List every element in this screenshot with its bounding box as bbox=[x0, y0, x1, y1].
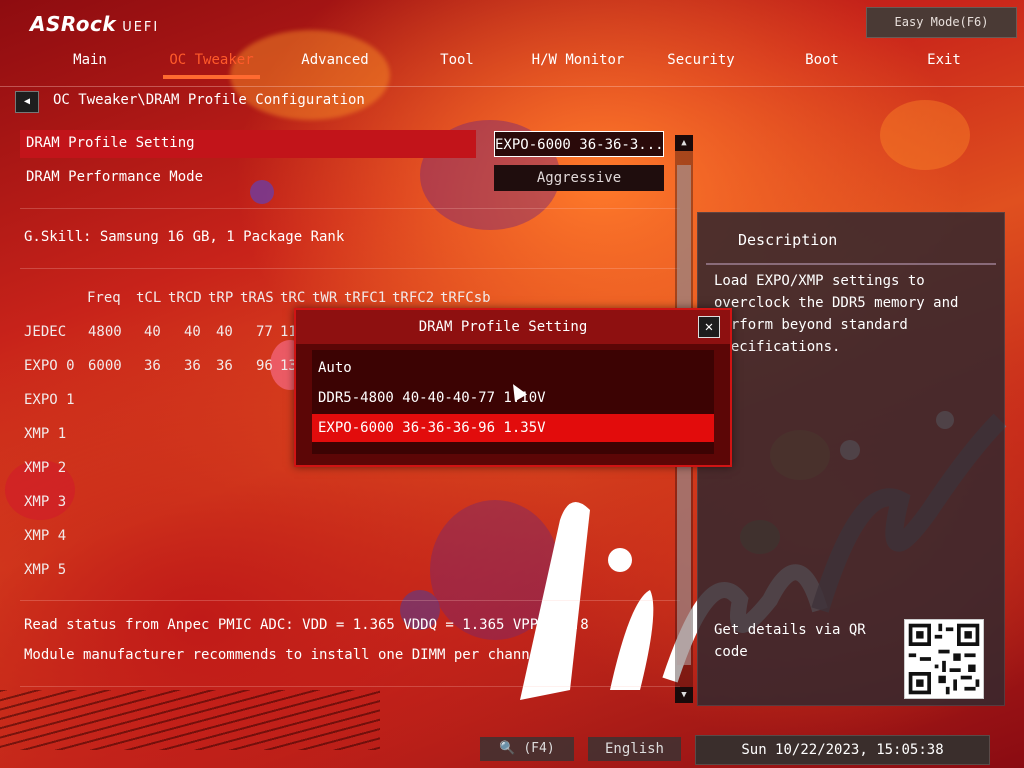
decorative-stripes bbox=[0, 690, 380, 750]
paint-splash bbox=[880, 100, 970, 170]
top-nav: Main OC Tweaker Advanced Tool H/W Monito… bbox=[0, 50, 1024, 80]
pmic-status-line: Read status from Anpec PMIC ADC: VDD = 1… bbox=[24, 617, 589, 633]
asrock-logo: ASRock UEFI bbox=[30, 12, 159, 36]
dram-profile-label: DRAM Profile Setting bbox=[26, 135, 195, 151]
tab-boot[interactable]: Boot bbox=[795, 52, 849, 68]
col-header: tRP bbox=[208, 290, 234, 306]
dram-performance-value[interactable]: Aggressive bbox=[494, 165, 664, 191]
timing-cell: 40 bbox=[216, 324, 233, 340]
divider bbox=[20, 686, 680, 687]
dram-profile-value[interactable]: EXPO-6000 36-36-3... bbox=[494, 131, 664, 157]
dram-performance-label: DRAM Performance Mode bbox=[26, 169, 204, 185]
search-button[interactable]: 🔍 (F4) bbox=[480, 737, 574, 761]
qr-code-graphic bbox=[905, 620, 983, 698]
timing-cell: 36 bbox=[184, 358, 201, 374]
description-text: Load EXPO/XMP settings to overclock the … bbox=[714, 273, 959, 355]
nav-divider bbox=[0, 86, 1024, 87]
scroll-down-arrow-icon[interactable]: ▼ bbox=[675, 687, 693, 703]
row-label: XMP 4 bbox=[24, 528, 67, 544]
dimm-recommendation-line: Module manufacturer recommends to instal… bbox=[24, 647, 556, 663]
row-label: XMP 2 bbox=[24, 460, 67, 476]
tab-tool[interactable]: Tool bbox=[425, 52, 489, 68]
row-label: EXPO 1 bbox=[24, 392, 75, 408]
logo-text: ASRock bbox=[30, 12, 117, 36]
col-header: tRAS bbox=[240, 290, 274, 306]
popup-option-auto[interactable]: Auto bbox=[312, 354, 714, 382]
logo-uefi-text: UEFI bbox=[122, 20, 160, 35]
tab-oc-tweaker[interactable]: OC Tweaker bbox=[163, 52, 260, 68]
tab-hw-monitor[interactable]: H/W Monitor bbox=[528, 52, 628, 68]
divider bbox=[20, 208, 680, 209]
back-arrow-icon: ◀ bbox=[23, 96, 31, 107]
datetime-display: Sun 10/22/2023, 15:05:38 bbox=[695, 735, 990, 765]
col-header: tRC bbox=[280, 290, 306, 306]
tab-advanced[interactable]: Advanced bbox=[290, 52, 380, 68]
popup-option-list: Auto DDR5-4800 40-40-40-77 1.10V EXPO-60… bbox=[312, 350, 714, 454]
timing-cell: 36 bbox=[144, 358, 161, 374]
col-header: tCL bbox=[136, 290, 162, 306]
col-header: tRFCsb bbox=[440, 290, 491, 306]
description-divider bbox=[706, 263, 996, 265]
popup-option-expo-6000[interactable]: EXPO-6000 36-36-36-96 1.35V bbox=[312, 414, 714, 442]
active-tab-indicator bbox=[163, 75, 260, 79]
col-header: tRFC2 bbox=[392, 290, 435, 306]
close-icon[interactable]: ✕ bbox=[698, 316, 720, 338]
tab-exit[interactable]: Exit bbox=[918, 52, 970, 68]
col-header: Freq bbox=[87, 290, 121, 306]
divider bbox=[20, 268, 680, 269]
timing-cell: 4800 bbox=[88, 324, 122, 340]
col-header: tRCD bbox=[168, 290, 202, 306]
timing-cell: 77 bbox=[256, 324, 273, 340]
search-icon: 🔍 bbox=[499, 741, 516, 756]
tab-main[interactable]: Main bbox=[60, 52, 120, 68]
row-label: JEDEC bbox=[24, 324, 67, 340]
module-info: G.Skill: Samsung 16 GB, 1 Package Rank bbox=[24, 229, 345, 245]
qr-code-icon bbox=[904, 619, 984, 699]
description-panel: Description Load EXPO/XMP settings to ov… bbox=[697, 212, 1005, 706]
qr-caption: Get details via QR code bbox=[714, 622, 866, 660]
timing-cell: 96 bbox=[256, 358, 273, 374]
popup-title: DRAM Profile Setting bbox=[418, 319, 588, 335]
row-label: XMP 5 bbox=[24, 562, 67, 578]
timing-cell: 6000 bbox=[88, 358, 122, 374]
row-label: XMP 3 bbox=[24, 494, 67, 510]
scroll-up-arrow-icon[interactable]: ▲ bbox=[675, 135, 693, 151]
timing-cell: 40 bbox=[144, 324, 161, 340]
timing-cell: 40 bbox=[184, 324, 201, 340]
popup-header: DRAM Profile Setting ✕ bbox=[296, 310, 730, 344]
col-header: tWR bbox=[312, 290, 338, 306]
easy-mode-button[interactable]: Easy Mode(F6) bbox=[866, 7, 1017, 38]
description-title: Description bbox=[738, 231, 838, 249]
search-key-label: (F4) bbox=[523, 741, 555, 756]
divider bbox=[20, 600, 680, 601]
language-button[interactable]: English bbox=[588, 737, 681, 761]
tab-security[interactable]: Security bbox=[660, 52, 742, 68]
paint-splash bbox=[250, 180, 274, 204]
row-label: EXPO 0 bbox=[24, 358, 75, 374]
back-button[interactable]: ◀ bbox=[15, 91, 39, 113]
row-label: XMP 1 bbox=[24, 426, 67, 442]
timing-cell: 36 bbox=[216, 358, 233, 374]
col-header: tRFC1 bbox=[344, 290, 387, 306]
breadcrumb: OC Tweaker\DRAM Profile Configuration bbox=[53, 92, 365, 108]
